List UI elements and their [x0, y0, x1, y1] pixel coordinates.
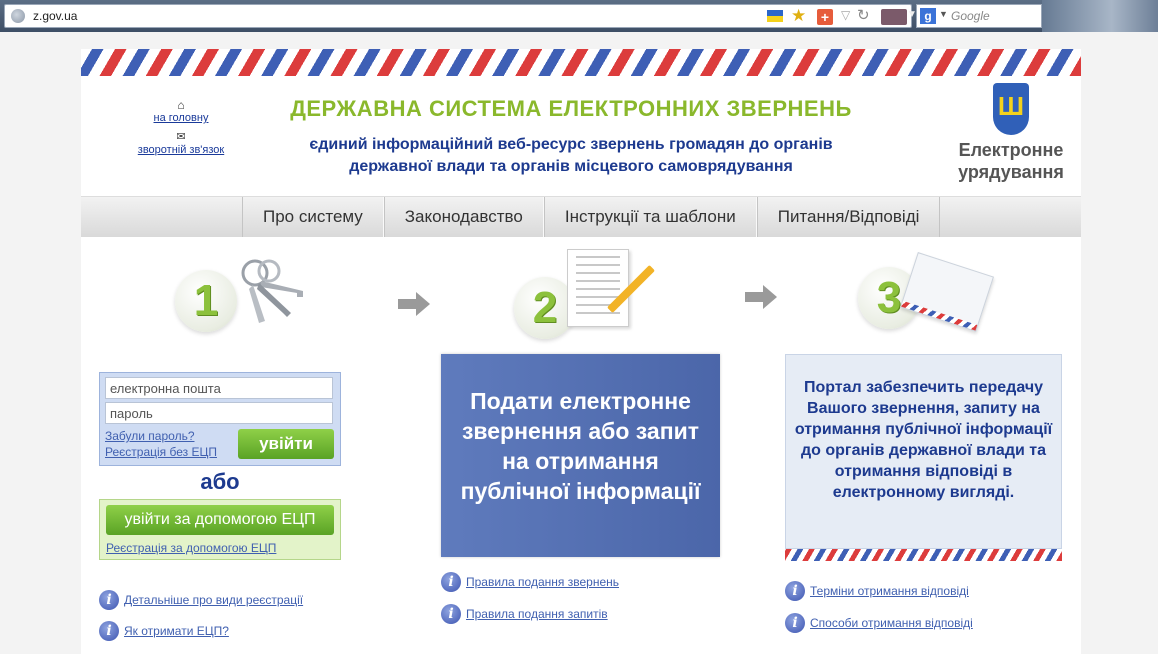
register-without-eds-link[interactable]: Реєстрація без ЕЦП: [105, 445, 217, 459]
info-link-response-methods[interactable]: i Способи отримання відповіді: [785, 612, 973, 634]
info-icon: i: [441, 604, 461, 624]
info-icon: i: [99, 621, 119, 641]
step-1-badge: 1: [175, 270, 237, 332]
home-link[interactable]: на головну: [136, 112, 226, 124]
step-1-number: 1: [193, 276, 219, 325]
login-button[interactable]: увійти: [238, 429, 334, 459]
gov-logo-text-2: урядування: [958, 162, 1064, 182]
search-engine-dropdown-icon[interactable]: ▼: [939, 9, 948, 19]
site-subtitle: єдиний інформаційний веб-ресурс звернень…: [261, 134, 881, 178]
nav-item-legislation[interactable]: Законодавство: [383, 197, 544, 237]
arrow-right-icon: [398, 292, 432, 316]
response-terms-link[interactable]: Терміни отримання відповіді: [810, 584, 969, 598]
reload-icon[interactable]: ↻: [857, 6, 870, 24]
address-bar[interactable]: z.gov.ua ★ + ▽ ↻ ▼: [4, 4, 917, 28]
info-icon: i: [441, 572, 461, 592]
search-placeholder[interactable]: Google: [951, 9, 990, 23]
subtitle-line-2: державної влади та органів місцевого сам…: [349, 158, 793, 175]
document-icon: [567, 249, 629, 327]
portal-info-text: Портал забезпечить передачу Вашого зверн…: [794, 379, 1053, 501]
response-methods-link[interactable]: Способи отримання відповіді: [810, 616, 973, 630]
login-form: Забули пароль? Реєстрація без ЕЦП увійти: [99, 372, 341, 466]
site-header: ⌂ на головну ✉ зворотній зв'язок ДЕРЖАВН…: [81, 76, 1081, 196]
eds-register-link[interactable]: Реєстрація за допомогою ЕЦП: [106, 541, 276, 555]
portal-info-box: Портал забезпечить передачу Вашого зверн…: [785, 354, 1062, 549]
airmail-stripe-small: [785, 549, 1062, 561]
search-bar[interactable]: g ▼ Google: [916, 4, 1042, 28]
info-link-request-rules[interactable]: i Правила подання запитів: [441, 603, 608, 625]
e-government-logo[interactable]: Ш Електронне урядування: [941, 83, 1081, 183]
main-nav: Про систему Законодавство Інструкції та …: [81, 196, 1081, 237]
url-text[interactable]: z.gov.ua: [33, 9, 77, 23]
appeal-rules-link[interactable]: Правила подання звернень: [466, 575, 619, 589]
info-link-get-eds[interactable]: i Як отримати ЕЦП?: [99, 620, 229, 642]
addon-icon[interactable]: [881, 9, 907, 25]
toolbar-glare: [1042, 0, 1158, 32]
main-content: 1 2 3 Забули пароль? Реєстрація без ЕЦП …: [81, 237, 1081, 654]
nav-item-faq[interactable]: Питання/Відповіді: [756, 197, 941, 237]
ukraine-flag-icon: [767, 10, 783, 22]
or-label: або: [200, 469, 240, 494]
info-icon: i: [785, 581, 805, 601]
info-link-appeal-rules[interactable]: i Правила подання звернень: [441, 571, 619, 593]
info-link-registration[interactable]: i Детальніше про види реєстрації: [99, 589, 303, 611]
subtitle-line-1: єдиний інформаційний веб-ресурс звернень…: [309, 136, 833, 153]
submit-appeal-button[interactable]: Подати електронне звернення або запит на…: [441, 354, 720, 557]
email-field[interactable]: [105, 377, 333, 399]
google-icon[interactable]: g: [920, 8, 936, 24]
trident-icon: Ш: [993, 83, 1029, 135]
arrow-right-icon-2: [745, 285, 779, 309]
get-eds-link[interactable]: Як отримати ЕЦП?: [124, 624, 229, 638]
addon-plus-icon[interactable]: +: [817, 9, 833, 25]
registration-types-link[interactable]: Детальніше про види реєстрації: [124, 593, 303, 607]
dropdown-arrow-icon[interactable]: ▽: [841, 8, 850, 22]
nav-items: Про систему Законодавство Інструкції та …: [242, 197, 941, 237]
forgot-password-link[interactable]: Забули пароль?: [105, 429, 195, 443]
nav-item-about[interactable]: Про систему: [242, 197, 384, 237]
browser-toolbar: z.gov.ua ★ + ▽ ↻ ▼ g ▼ Google: [0, 0, 1158, 32]
home-icon[interactable]: ⌂: [136, 98, 226, 112]
password-field[interactable]: [105, 402, 333, 424]
nav-item-instructions[interactable]: Інструкції та шаблони: [543, 197, 757, 237]
eds-login-button[interactable]: увійти за допомогою ЕЦП: [106, 505, 334, 535]
header-links: ⌂ на головну ✉ зворотній зв'язок: [136, 98, 226, 156]
gov-logo-text-1: Електронне: [958, 140, 1064, 160]
request-rules-link[interactable]: Правила подання запитів: [466, 607, 608, 621]
envelope-icon[interactable]: ✉: [136, 130, 226, 144]
info-icon: i: [785, 613, 805, 633]
site-title: ДЕРЖАВНА СИСТЕМА ЕЛЕКТРОННИХ ЗВЕРНЕНЬ: [290, 96, 852, 121]
submit-appeal-text: Подати електронне звернення або запит на…: [460, 388, 701, 504]
bookmark-star-icon[interactable]: ★: [791, 6, 806, 26]
info-icon: i: [99, 590, 119, 610]
eds-login-box: увійти за допомогою ЕЦП Реєстрація за до…: [99, 499, 341, 560]
page: ⌂ на головну ✉ зворотній зв'язок ДЕРЖАВН…: [81, 49, 1081, 654]
feedback-link[interactable]: зворотній зв'язок: [136, 144, 226, 156]
airmail-stripe: [81, 49, 1081, 76]
keys-icon: [241, 259, 303, 323]
info-link-response-terms[interactable]: i Терміни отримання відповіді: [785, 580, 969, 602]
globe-icon: [11, 9, 25, 23]
